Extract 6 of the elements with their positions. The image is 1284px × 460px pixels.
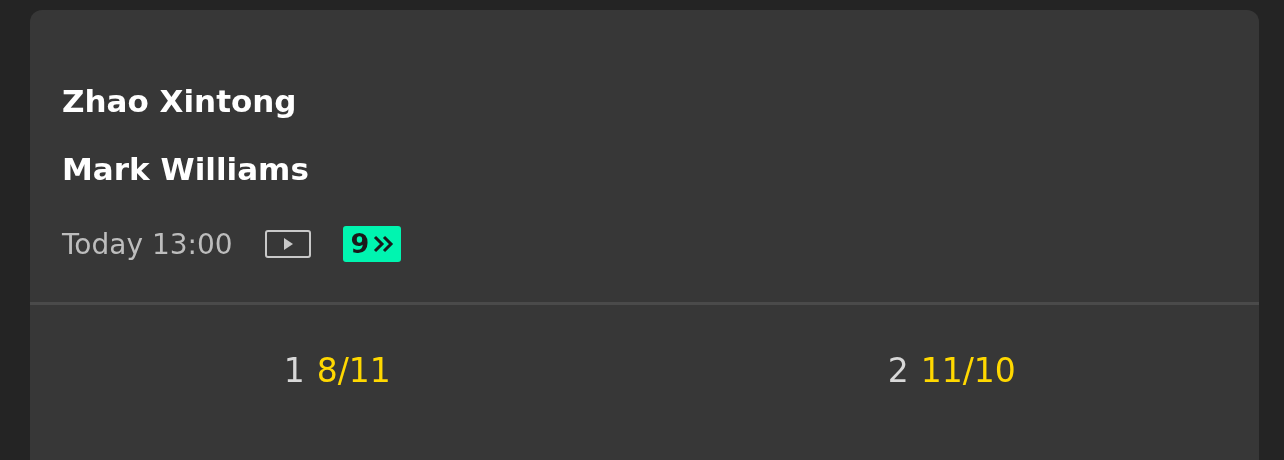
markets-badge[interactable]: 9 <box>342 226 402 262</box>
player-name: Zhao Xintong <box>62 82 297 120</box>
start-time: Today 13:00 <box>62 227 233 261</box>
odds-button[interactable]: 2 11/10 <box>883 351 1020 390</box>
player-name: Mark Williams <box>62 150 309 188</box>
odds-button[interactable]: 1 8/11 <box>279 351 395 390</box>
